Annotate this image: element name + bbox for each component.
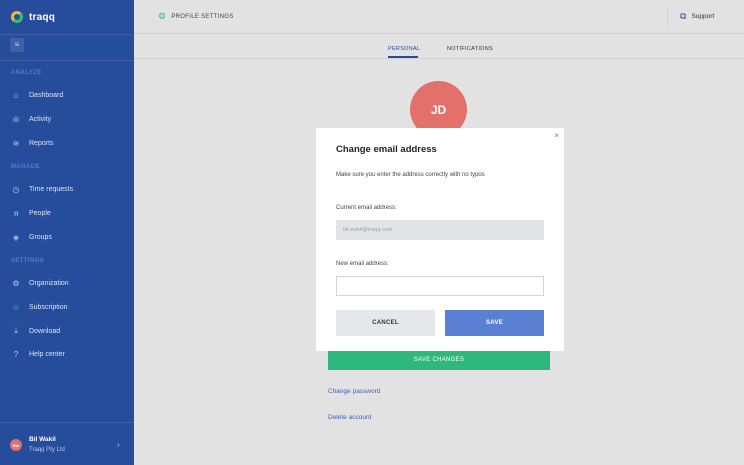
top-bar: ⚙ PROFILE SETTINGS ⧉ Support [134,0,744,34]
sidebar-item-time-requests[interactable]: ◷ Time requests [11,182,74,196]
section-title-manage: MANAGE [11,164,41,170]
brand-name: traqq [29,11,55,23]
traqq-logo-icon [11,11,23,23]
new-email-label: New email address: [336,261,389,267]
sidebar-item-label: Download [29,327,61,335]
user-name: Bil Wakil [29,436,56,443]
gear-icon: ⚙ [158,11,167,21]
sidebar-item-label: Time requests [29,185,74,193]
tab-bar: PERSONAL NOTIFICATIONS [134,34,744,59]
cancel-button[interactable]: CANCEL [336,310,435,336]
sidebar-item-label: People [29,209,51,217]
close-icon[interactable]: × [554,131,559,140]
brand[interactable]: traqq [11,10,55,24]
dialog-description: Make sure you enter the address correctl… [336,172,485,178]
sidebar: traqq ≡ ANALYZE ⌂ Dashboard ılı Activity… [0,0,134,465]
help-icon: ? [13,349,19,359]
sidebar-item-download[interactable]: ⤓ Download [11,324,60,338]
delete-account-link[interactable]: Delete account [328,414,371,421]
sidebar-item-activity[interactable]: ılı Activity [11,112,51,126]
people-icon: ᴙ [13,208,19,218]
sidebar-item-dashboard[interactable]: ⌂ Dashboard [11,88,64,102]
hamburger-icon: ≡ [14,40,20,49]
header-divider [667,8,668,26]
sidebar-item-label: Subscription [29,303,68,311]
page-title: ⚙ PROFILE SETTINGS [158,11,234,22]
sidebar-item-people[interactable]: ᴙ People [11,206,51,220]
home-icon: ⌂ [13,90,19,100]
current-email-label: Current email address: [336,205,397,211]
change-email-dialog: × Change email address Make sure you ent… [316,128,564,351]
page-title-text: PROFILE SETTINGS [171,13,234,20]
download-icon: ⤓ [14,326,18,335]
user-menu[interactable]: BW Bil Wakil Traqq Pty Ltd › [0,422,134,465]
avatar: BW [10,439,22,451]
sidebar-divider [0,60,134,61]
sidebar-divider [0,34,134,35]
clock-icon: ◷ [12,184,20,194]
save-changes-button[interactable]: SAVE CHANGES [328,349,550,370]
support-button[interactable]: ⧉ Support [680,11,714,22]
dialog-title: Change email address [336,144,437,155]
sidebar-item-help-center[interactable]: ? Help center [11,347,65,361]
sidebar-item-label: Activity [29,115,52,123]
sidebar-item-organization[interactable]: ⚙ Organization [11,276,69,290]
active-tab-indicator [388,56,418,58]
layers-icon: ◈ [12,232,20,242]
star-icon: ☆ [12,302,20,312]
sidebar-item-label: Groups [29,233,52,241]
sidebar-item-groups[interactable]: ◈ Groups [11,230,52,244]
current-email-field [336,220,544,240]
tab-notifications[interactable]: NOTIFICATIONS [447,46,493,52]
sidebar-item-label: Dashboard [29,91,64,99]
section-title-analyze: ANALYZE [11,70,42,76]
sidebar-item-label: Organization [29,279,69,287]
change-password-link[interactable]: Change password [328,388,380,395]
support-label: Support [691,13,715,20]
sidebar-item-subscription[interactable]: ☆ Subscription [11,300,68,314]
report-icon: ≋ [12,138,20,148]
chat-icon: ⧉ [680,11,687,21]
gear-icon: ⚙ [12,278,20,288]
bar-chart-icon: ılı [12,114,20,124]
tab-personal[interactable]: PERSONAL [388,46,420,52]
user-company: Traqq Pty Ltd [29,447,65,453]
section-title-settings: SETTINGS [11,258,45,264]
sidebar-item-reports[interactable]: ≋ Reports [11,136,54,150]
save-button[interactable]: SAVE [445,310,544,336]
menu-toggle-button[interactable]: ≡ [10,38,24,52]
sidebar-item-label: Reports [29,139,54,147]
sidebar-item-label: Help center [29,350,65,358]
new-email-field[interactable] [336,276,544,296]
chevron-right-icon: › [117,440,120,449]
